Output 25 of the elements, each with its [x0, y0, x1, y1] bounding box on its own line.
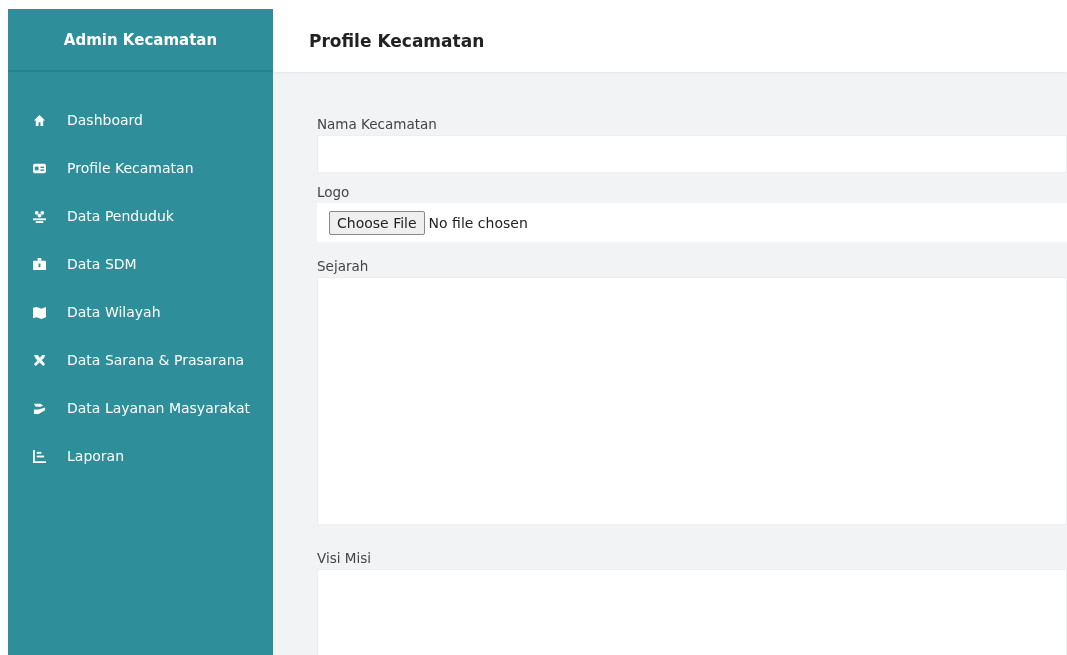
sidebar-item[interactable]: Data SDM [8, 240, 273, 288]
sidebar-item[interactable]: Laporan [8, 432, 273, 480]
field-label: Visi Misi [317, 549, 372, 568]
file-input[interactable]: Choose File No file chosen [317, 203, 1067, 242]
users-icon [33, 209, 46, 223]
home-icon [33, 113, 46, 127]
sidebar-item[interactable]: Data Penduduk [8, 192, 273, 240]
field-label: Logo [317, 183, 351, 202]
choose-file-button[interactable]: Choose File [329, 210, 425, 235]
brand-title: Admin Kecamatan [63, 31, 218, 49]
hand-icon [33, 401, 46, 415]
field-label: Sejarah [317, 257, 370, 276]
page-title: Profile Kecamatan [309, 30, 485, 51]
sidebar-item[interactable]: Dashboard [8, 96, 273, 144]
tools-icon [33, 353, 46, 367]
sidebar-item[interactable]: Data Layanan Masyarakat [8, 384, 273, 432]
id-card-icon [33, 161, 46, 175]
map-icon [33, 305, 46, 319]
sidebar-item[interactable]: Data Sarana & Prasarana [8, 336, 273, 384]
sidebar-item[interactable]: Profile Kecamatan [8, 144, 273, 192]
sidebar-item[interactable]: Data Wilayah [8, 288, 273, 336]
briefcase-icon [33, 257, 46, 271]
file-status: No file chosen [428, 214, 528, 231]
field-label: Nama Kecamatan [317, 115, 438, 134]
chart-icon [33, 449, 46, 463]
